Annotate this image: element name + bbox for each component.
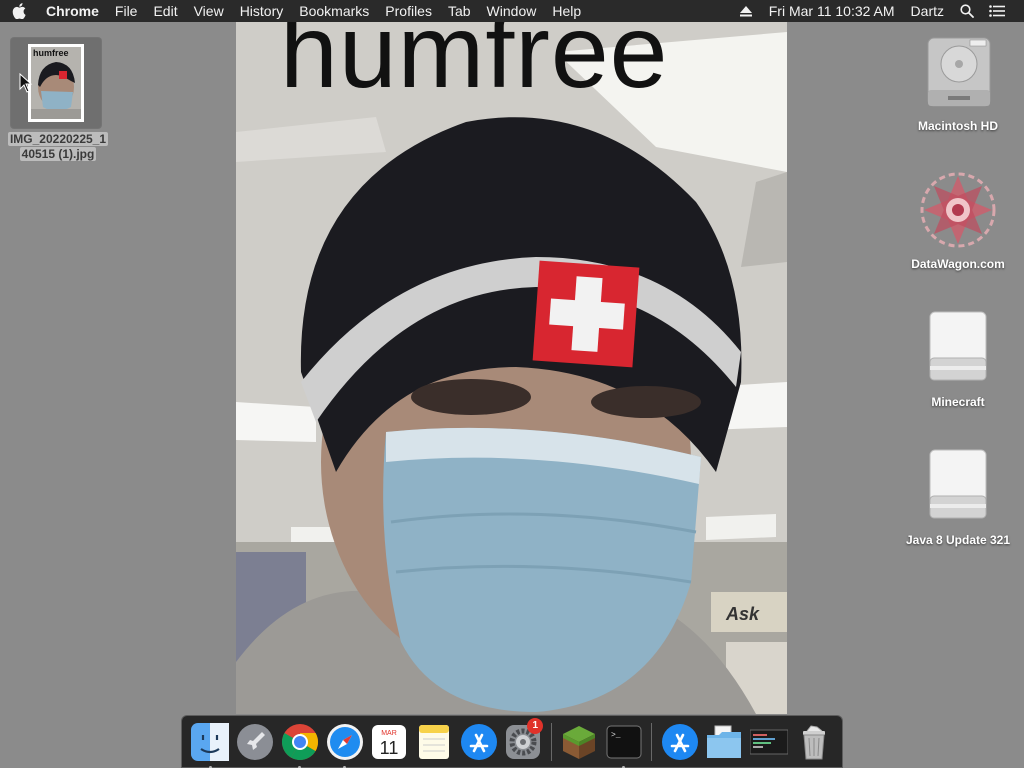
calendar-day-text: 11	[380, 738, 399, 758]
menu-help[interactable]: Help	[544, 0, 589, 22]
notes-icon	[418, 724, 449, 759]
dock-minecraft[interactable]	[557, 720, 601, 764]
menu-bar: Chrome File Edit View History Bookmarks …	[0, 0, 1024, 22]
file-label-line2: 40515 (1).jpg	[19, 147, 97, 161]
desktop-icon-label: Java 8 Update 321	[905, 533, 1011, 547]
dock-app-store-folder[interactable]	[658, 720, 702, 764]
window-thumbnail-icon	[749, 729, 788, 754]
dock-notes[interactable]	[412, 720, 456, 764]
disk-image-icon	[918, 306, 998, 386]
desktop-icon-macintosh-hd[interactable]: Macintosh HD	[898, 30, 1018, 134]
desktop-icon-minecraft[interactable]: Minecraft	[898, 306, 1018, 410]
menu-profiles[interactable]: Profiles	[377, 0, 440, 22]
dock-console-thumbnail[interactable]	[747, 720, 791, 764]
app-store-icon	[460, 723, 497, 760]
dock-separator	[550, 722, 552, 761]
notification-center-icon[interactable]	[982, 0, 1012, 22]
file-label-line1: IMG_20220225_1	[7, 132, 109, 146]
dock-calendar[interactable]: MAR 11	[367, 720, 411, 764]
photo-preview: Ask humfree	[236, 22, 787, 714]
menu-history[interactable]: History	[232, 0, 292, 22]
dock-documents-folder[interactable]	[702, 720, 746, 764]
desktop-icon-java[interactable]: Java 8 Update 321	[898, 444, 1018, 548]
dock-finder[interactable]	[189, 720, 233, 768]
desktop-icon-datawagon[interactable]: DataWagon.com	[898, 168, 1018, 272]
dock-launchpad[interactable]	[233, 720, 277, 764]
eject-icon[interactable]	[731, 0, 761, 22]
hard-drive-icon	[918, 30, 998, 110]
desktop-icon-label: Minecraft	[931, 395, 985, 409]
desktop-icon-label: DataWagon.com	[911, 257, 1005, 271]
terminal-icon: >_	[606, 725, 642, 758]
photo-scene: Ask	[236, 22, 787, 714]
clock[interactable]: Fri Mar 11 10:32 AM	[761, 0, 903, 22]
spotlight-search-icon[interactable]	[952, 0, 982, 22]
file-thumbnail: humfree	[28, 44, 84, 122]
calendar-icon: MAR11	[372, 724, 407, 759]
menu-app-name[interactable]: Chrome	[38, 0, 107, 22]
menu-edit[interactable]: Edit	[145, 0, 185, 22]
dock-safari[interactable]	[323, 720, 367, 768]
svg-text:Ask: Ask	[725, 604, 760, 624]
dock-terminal[interactable]: >_	[602, 720, 646, 768]
folder-icon	[707, 725, 742, 758]
dock-app-store[interactable]	[457, 720, 501, 764]
dock-chrome[interactable]	[278, 720, 322, 768]
dock-system-preferences[interactable]: 1	[502, 717, 546, 764]
menu-file[interactable]: File	[107, 0, 146, 22]
photo-caption-text: humfree	[280, 22, 669, 110]
finder-icon	[191, 722, 230, 761]
desktop-icon-label: Macintosh HD	[917, 119, 998, 133]
menu-view[interactable]: View	[186, 0, 232, 22]
safari-compass-icon	[326, 723, 363, 760]
dock-trash[interactable]	[792, 720, 836, 764]
trash-icon	[802, 724, 825, 759]
minecraft-grass-block-icon	[563, 725, 596, 759]
svg-text:>_: >_	[611, 731, 621, 740]
menu-window[interactable]: Window	[479, 0, 545, 22]
selected-file-label[interactable]: IMG_20220225_1 40515 (1).jpg	[0, 132, 116, 162]
app-store-icon	[661, 723, 698, 760]
menu-tab[interactable]: Tab	[440, 0, 479, 22]
chrome-icon	[281, 723, 318, 760]
menu-bookmarks[interactable]: Bookmarks	[291, 0, 377, 22]
thumbnail-caption: humfree	[33, 48, 69, 58]
datawagon-logo-icon	[918, 168, 998, 248]
launchpad-icon	[237, 723, 274, 760]
dock: MAR 11 1 >_	[181, 715, 843, 768]
calendar-month-text: MAR	[381, 730, 397, 737]
mouse-cursor-icon	[19, 73, 33, 93]
disk-image-icon	[918, 444, 998, 524]
user-menu[interactable]: Dartz	[903, 0, 952, 22]
apple-menu-icon[interactable]	[0, 0, 38, 22]
notification-badge: 1	[527, 717, 544, 734]
dock-separator	[651, 722, 653, 761]
